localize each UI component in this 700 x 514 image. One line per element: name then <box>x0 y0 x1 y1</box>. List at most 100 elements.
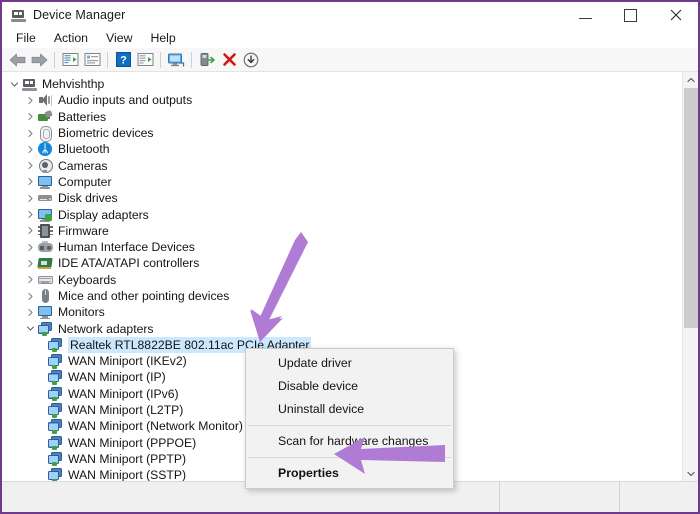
context-menu-item[interactable]: Uninstall device <box>246 398 453 421</box>
tree-item[interactable]: IDE ATA/ATAPI controllers <box>2 255 680 271</box>
expand-toggle[interactable] <box>24 208 37 221</box>
collapse-toggle[interactable] <box>24 322 37 335</box>
chevron-right-icon <box>28 194 33 202</box>
chevron-right-icon <box>28 259 33 267</box>
title-bar: Device Manager <box>2 2 698 28</box>
expand-toggle[interactable] <box>24 175 37 188</box>
network-adapter-icon <box>47 369 63 385</box>
expand-toggle[interactable] <box>24 306 37 319</box>
scan-hardware-changes-button[interactable] <box>165 49 187 71</box>
expand-toggle[interactable] <box>24 257 37 270</box>
maximize-button[interactable] <box>608 2 653 28</box>
tree-item[interactable]: Keyboards <box>2 272 680 288</box>
tree-item-label: Mehvishthp <box>42 77 105 92</box>
status-pane-tertiary <box>620 482 698 512</box>
scrollbar-thumb[interactable] <box>684 88 698 328</box>
toolbar-separator <box>160 51 161 68</box>
chevron-down-icon <box>687 471 695 477</box>
tree-item[interactable]: Human Interface Devices <box>2 239 680 255</box>
tree-item[interactable]: Display adapters <box>2 206 680 222</box>
toolbar-separator <box>191 51 192 68</box>
menu-help[interactable]: Help <box>141 29 184 48</box>
forward-button[interactable] <box>28 49 50 71</box>
menu-view[interactable]: View <box>97 29 141 48</box>
tree-item[interactable]: Mice and other pointing devices <box>2 288 680 304</box>
window-controls <box>563 2 698 28</box>
enable-device-button[interactable] <box>196 49 218 71</box>
mouse-icon <box>37 288 53 304</box>
close-button[interactable] <box>653 2 698 28</box>
expand-toggle[interactable] <box>24 273 37 286</box>
menu-file[interactable]: File <box>7 29 45 48</box>
window-title: Device Manager <box>33 8 126 22</box>
network-adapter-icon <box>47 402 63 418</box>
scroll-down-button[interactable] <box>683 466 698 482</box>
vertical-scrollbar[interactable] <box>682 72 698 482</box>
chevron-right-icon <box>28 210 33 219</box>
minimize-button[interactable] <box>563 2 608 28</box>
tree-item-label: Computer <box>58 174 112 189</box>
tree-item[interactable]: Monitors <box>2 304 680 320</box>
menu-action[interactable]: Action <box>45 29 97 48</box>
update-driver-button[interactable] <box>134 49 156 71</box>
expand-toggle[interactable] <box>24 127 37 140</box>
update-driver-icon <box>137 53 153 66</box>
show-hidden-devices-icon <box>84 53 100 66</box>
battery-icon <box>37 109 53 125</box>
tree-item[interactable]: Disk drives <box>2 190 680 206</box>
network-adapter-icon <box>47 337 63 353</box>
ide-controller-icon <box>37 255 53 271</box>
tree-item[interactable]: Batteries <box>2 109 680 125</box>
back-button[interactable] <box>6 49 28 71</box>
chevron-right-icon <box>28 162 33 170</box>
network-adapter-icon <box>47 451 63 467</box>
tree-item[interactable]: Cameras <box>2 157 680 174</box>
collapse-toggle[interactable] <box>8 78 21 91</box>
context-menu-item[interactable]: Disable device <box>246 375 453 398</box>
expand-toggle[interactable] <box>24 192 37 205</box>
context-menu-separator <box>248 425 451 426</box>
expand-toggle[interactable] <box>24 159 37 172</box>
expand-toggle[interactable] <box>24 110 37 123</box>
expand-toggle[interactable] <box>24 224 37 237</box>
help-button[interactable]: ? <box>112 49 134 71</box>
context-menu-item[interactable]: Update driver <box>246 352 453 375</box>
uninstall-device-button[interactable] <box>218 49 240 71</box>
enable-device-icon <box>200 53 215 66</box>
firmware-chip-icon <box>37 223 53 239</box>
bluetooth-icon: ᛦ <box>37 141 53 157</box>
network-adapter-icon <box>47 467 63 482</box>
tree-item-label: Biometric devices <box>58 126 154 141</box>
tree-item-label: Network adapters <box>58 321 154 336</box>
tree-item[interactable]: ᛦ Bluetooth <box>2 141 680 157</box>
computer-root-icon <box>21 76 37 92</box>
expand-toggle[interactable] <box>24 143 37 156</box>
tree-item-label: Audio inputs and outputs <box>58 93 193 108</box>
tree-item[interactable]: Biometric devices <box>2 125 680 143</box>
tree-item-label: Bluetooth <box>58 142 110 157</box>
forward-icon <box>31 53 47 66</box>
tree-item[interactable]: Computer <box>2 174 680 190</box>
tree-item-label: WAN Miniport (PPTP) <box>68 451 187 466</box>
tree-item-label: Batteries <box>58 109 107 124</box>
show-hidden-devices-button[interactable] <box>81 49 103 71</box>
tree-item[interactable]: Audio inputs and outputs <box>2 92 680 108</box>
chevron-up-icon <box>687 77 695 83</box>
tree-item-label: Cameras <box>58 158 108 173</box>
tree-item-label: Display adapters <box>58 207 149 222</box>
expand-toggle[interactable] <box>24 290 37 303</box>
expand-toggle[interactable] <box>24 241 37 254</box>
tree-item[interactable]: Network adapters <box>2 320 680 337</box>
expand-toggle[interactable] <box>24 94 37 107</box>
device-manager-window: Device Manager File Action View Help ? M… <box>0 0 700 514</box>
disable-device-button[interactable] <box>240 49 262 71</box>
network-adapter-icon <box>47 353 63 369</box>
display-adapter-icon <box>37 207 53 223</box>
svg-text:?: ? <box>120 55 127 67</box>
chevron-down-icon <box>26 326 35 331</box>
tree-item[interactable]: Firmware <box>2 223 680 239</box>
scroll-up-button[interactable] <box>683 72 698 88</box>
chevron-right-icon <box>28 96 33 104</box>
properties-button[interactable] <box>59 49 81 71</box>
tree-item[interactable]: Mehvishthp <box>2 76 680 92</box>
